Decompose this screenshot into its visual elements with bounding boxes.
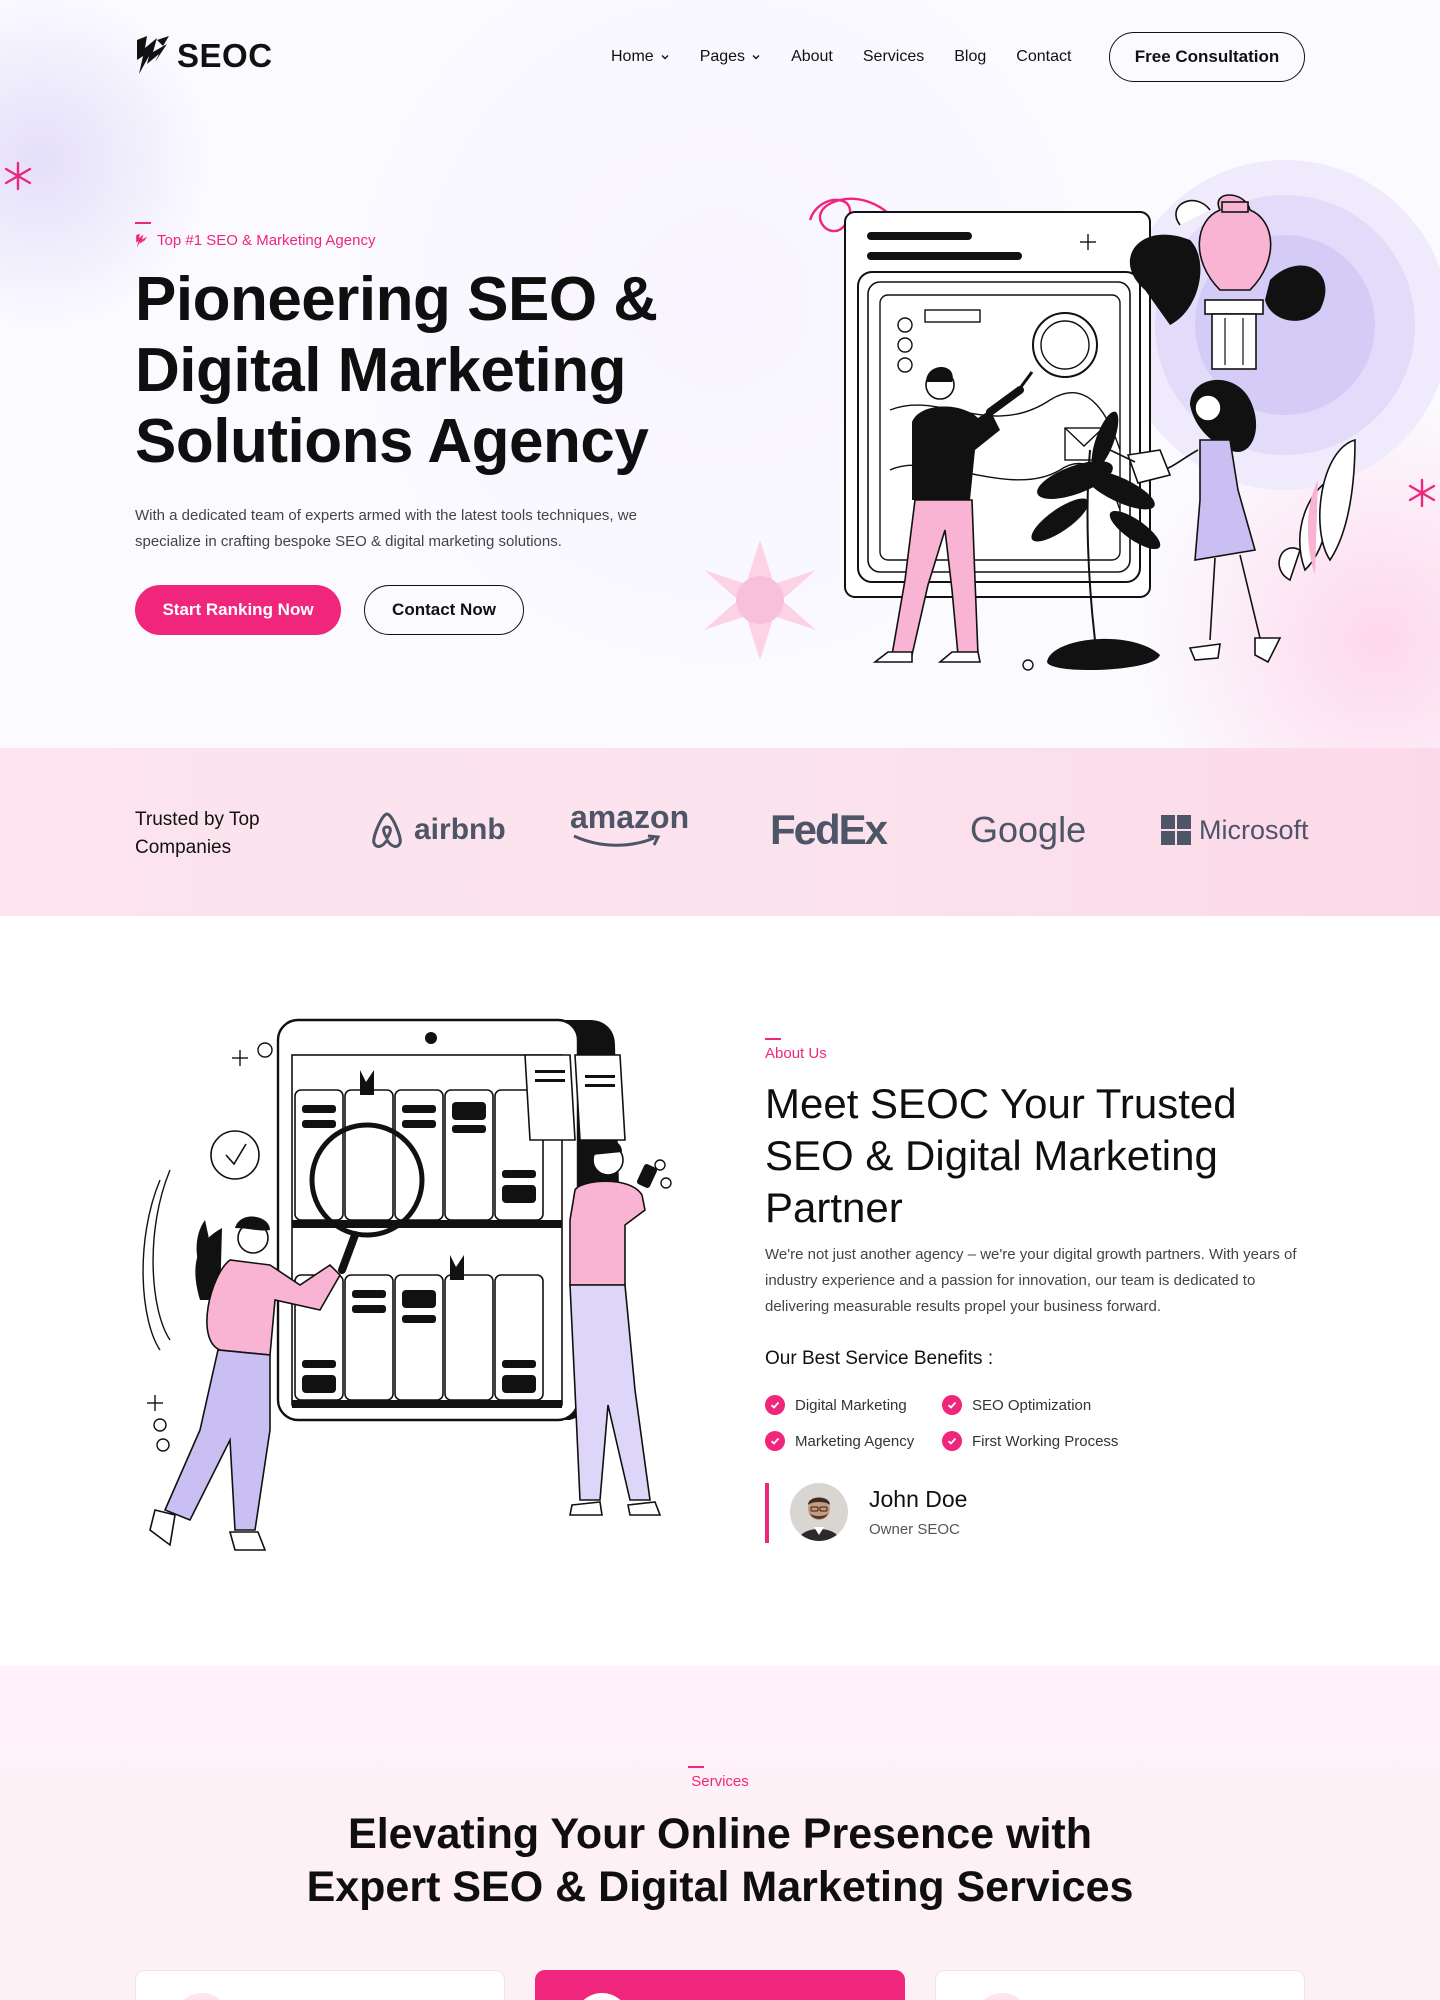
brand-google: Google (970, 800, 1086, 860)
brand-microsoft: Microsoft (1161, 800, 1309, 860)
brand-amazon: amazon (570, 800, 689, 860)
logo-text: SEOC (177, 37, 273, 74)
service-card[interactable] (135, 1970, 505, 2000)
about-eyebrow-text: About Us (765, 1045, 827, 1062)
nav-label: Services (862, 48, 925, 65)
brand-airbnb: airbnb (368, 800, 506, 860)
benefit-item: Digital Marketing (765, 1395, 907, 1415)
nav-item-pages[interactable]: Pages (700, 48, 761, 66)
owner-role: Owner SEOC (869, 1521, 960, 1538)
hero-description: With a dedicated team of experts armed w… (135, 507, 637, 550)
trusted-label: Trusted by Top Companies (135, 809, 260, 858)
main-nav: Home Pages About Services Blog Contact (611, 32, 1101, 82)
nav-item-contact[interactable]: Contact (1016, 48, 1071, 66)
amazon-smile-icon (573, 834, 661, 847)
check-icon (765, 1431, 785, 1451)
about-title: Meet SEOC Your Trusted SEO & Digital Mar… (765, 1080, 1237, 1231)
service-icon (574, 1993, 630, 2000)
nav-item-services[interactable]: Services (863, 48, 924, 66)
eyebrow-dash (688, 1766, 704, 1768)
service-icon (974, 1993, 1030, 2000)
owner-name: John Doe (869, 1486, 968, 1512)
eyebrow-dash (135, 222, 151, 224)
benefits-title: Our Best Service Benefits : (765, 1348, 994, 1369)
about-eyebrow: About Us (765, 1045, 827, 1062)
nav-item-home[interactable]: Home (611, 48, 670, 66)
brand-text: FedEx (770, 806, 888, 853)
logo-mark-icon (136, 233, 148, 248)
contact-now-button[interactable]: Contact Now (364, 585, 524, 635)
check-icon (765, 1395, 785, 1415)
services-title: Elevating Your Online Presence with Expe… (0, 1808, 1440, 1914)
nav-label: Blog (954, 48, 987, 65)
benefit-label: First Working Process (972, 1432, 1119, 1450)
services-eyebrow: Services (691, 1773, 749, 1790)
hero-illustration (690, 160, 1440, 671)
brand-text: Microsoft (1199, 814, 1309, 845)
logo-mark-icon (137, 36, 169, 74)
avatar (790, 1483, 848, 1541)
airbnb-logo-icon (372, 812, 402, 848)
benefit-label: Digital Marketing (795, 1396, 907, 1414)
nav-item-about[interactable]: About (791, 48, 833, 66)
benefit-label: SEO Optimization (972, 1396, 1092, 1414)
chevron-down-icon (752, 55, 760, 60)
nav-label: Pages (699, 48, 746, 65)
about-illustration (142, 1018, 672, 1551)
site-header: SEOC Home Pages About Services Blog Cont… (135, 32, 1305, 82)
service-card-active[interactable] (535, 1970, 905, 2000)
service-icon (174, 1993, 230, 2000)
eyebrow-dash (765, 1038, 781, 1040)
benefit-item: SEO Optimization (942, 1395, 1091, 1415)
brand-text: airbnb (414, 813, 506, 846)
brand-text: amazon (570, 799, 690, 835)
about-description: We're not just another agency – we're yo… (765, 1246, 1297, 1315)
chevron-down-icon (661, 55, 669, 60)
microsoft-logo-icon (1161, 815, 1191, 845)
service-card[interactable] (935, 1970, 1305, 2000)
benefit-item: First Working Process (942, 1431, 1118, 1451)
brand-fedex: FedEx (770, 800, 888, 860)
benefit-item: Marketing Agency (765, 1431, 914, 1451)
logo[interactable]: SEOC (135, 34, 273, 78)
hero-title: Pioneering SEO & Digital Marketing Solut… (135, 265, 658, 476)
hero-eyebrow: Top #1 SEO & Marketing Agency (135, 232, 375, 249)
nav-label: Contact (1016, 48, 1072, 65)
nav-label: Home (611, 48, 654, 65)
benefit-label: Marketing Agency (795, 1432, 915, 1450)
nav-label: About (791, 48, 833, 65)
hero-eyebrow-text: Top #1 SEO & Marketing Agency (157, 232, 376, 249)
services-title-text: Elevating Your Online Presence with Expe… (306, 1810, 1134, 1911)
sparkle-icon (4, 161, 32, 191)
nav-item-blog[interactable]: Blog (954, 48, 986, 66)
free-consultation-button[interactable]: Free Consultation (1109, 32, 1305, 82)
page: SEOC Home Pages About Services Blog Cont… (0, 0, 1440, 2000)
brand-text: Google (970, 809, 1087, 850)
check-icon (942, 1431, 962, 1451)
owner-accent-bar (765, 1483, 769, 1543)
start-ranking-button[interactable]: Start Ranking Now (135, 585, 341, 635)
check-icon (942, 1395, 962, 1415)
